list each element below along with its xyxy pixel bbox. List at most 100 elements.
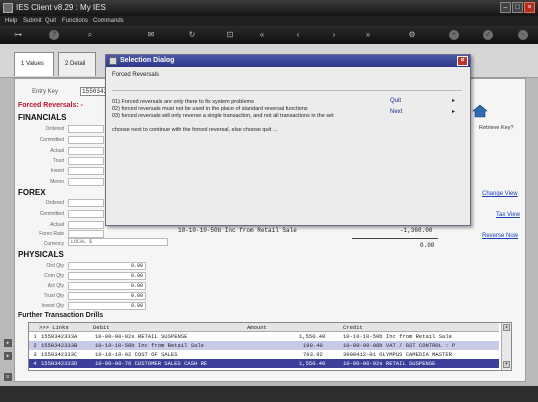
tab-detail[interactable]: 2 Detail xyxy=(58,52,96,76)
retrieve-key-label[interactable]: Retrieve Key? xyxy=(479,125,514,131)
drills-scrollbar[interactable]: ▴ ▾ xyxy=(501,323,511,370)
tab-values-label: 1 Values xyxy=(21,61,44,67)
col-amount[interactable]: Amount xyxy=(247,323,267,332)
forex-committed-label: Committed xyxy=(39,211,64,217)
scroll-down-icon[interactable]: ▾ xyxy=(503,361,510,368)
financials-committed-field[interactable] xyxy=(68,136,104,144)
act-qty-field[interactable]: 0.00 xyxy=(68,282,146,290)
next-command[interactable]: Next xyxy=(390,109,402,115)
financials-actual-field[interactable] xyxy=(68,147,104,155)
menu-help[interactable]: Help xyxy=(5,18,17,24)
quit-command[interactable]: Quit xyxy=(390,98,401,104)
row-number: 1 xyxy=(33,333,37,340)
invest-qty-label: Invest Qty xyxy=(41,303,64,309)
menu-quit[interactable]: Quit xyxy=(45,18,56,24)
financials-invest-field[interactable] xyxy=(68,167,104,175)
menu-bar: Help Submit Quit Functions Commands xyxy=(0,16,538,26)
prev-record-icon[interactable]: ‹ xyxy=(292,29,304,41)
invest-qty-field[interactable]: 0.00 xyxy=(68,302,146,310)
ord-qty-label: Ord Qty xyxy=(46,263,64,269)
drills-table: >>> Links Debit Amount Credit 1 15503423… xyxy=(28,322,512,371)
credit-cell: 10-00-00-08b VAT / GST CONTROL : P xyxy=(343,342,456,349)
com-qty-label: Com Qty xyxy=(44,273,64,279)
table-row-selected[interactable]: 4 1550342333D 10-00-00-76 CUSTOMER SALES… xyxy=(29,359,499,368)
next-arrow-icon[interactable]: ▸ xyxy=(452,108,455,115)
entry-key-label: Entry Key xyxy=(32,89,59,95)
ord-qty-field[interactable]: 0.00 xyxy=(68,262,146,270)
row-number: 4 xyxy=(33,360,37,367)
maximize-button[interactable]: □ xyxy=(512,2,523,13)
debit-cell: 10-00-00-76 CUSTOMER SALES CASH RE xyxy=(95,360,208,367)
close-window-button[interactable]: × xyxy=(524,2,535,13)
financials-ordered-field[interactable] xyxy=(68,125,104,133)
financials-committed-label: Committed xyxy=(39,137,64,143)
add-icon[interactable]: + xyxy=(449,30,459,40)
link-cell[interactable]: 1550342333C xyxy=(41,350,77,359)
link-cell[interactable]: 1550342333D xyxy=(41,359,77,368)
link-cell[interactable]: 1550342333A xyxy=(41,332,77,341)
amount-cell: 1,550.40 xyxy=(299,333,326,340)
row-number: 2 xyxy=(33,342,37,349)
link-cell[interactable]: 1550342333B xyxy=(41,341,77,350)
tab-values[interactable]: 1 Values xyxy=(14,52,54,76)
drills-header-row: >>> Links Debit Amount Credit xyxy=(29,323,499,332)
financials-trust-field[interactable] xyxy=(68,157,104,165)
tax-view-link[interactable]: Tax View xyxy=(496,212,520,218)
key-icon[interactable]: ⊶ xyxy=(8,29,28,41)
scroll-up-icon[interactable]: ▴ xyxy=(503,324,510,331)
menu-functions[interactable]: Functions xyxy=(62,18,88,24)
trust-qty-label: Trust Qty xyxy=(43,293,64,299)
trust-qty-field[interactable]: 0.00 xyxy=(68,292,146,300)
quit-arrow-icon[interactable]: ▸ xyxy=(452,97,455,104)
dialog-close-button[interactable]: × xyxy=(457,56,468,66)
first-record-icon[interactable]: « xyxy=(256,29,268,41)
dialog-separator xyxy=(112,90,462,91)
drills-heading: Further Transaction Drills xyxy=(18,312,104,319)
forex-currency-field[interactable]: LOCAL $ xyxy=(68,238,168,246)
credit-cell: 10-00-00-02s RETAIL SUSPENSE xyxy=(343,360,436,367)
credit-cell: 10-10-10-50b Inc from Retail Sale xyxy=(343,333,452,340)
confirm-icon[interactable]: ✓ xyxy=(483,30,493,40)
financials-memo-field[interactable] xyxy=(68,178,104,186)
lock-icon[interactable]: ⊡ xyxy=(224,29,236,41)
email-icon[interactable]: ✉ xyxy=(145,29,157,41)
reverse-now-link[interactable]: Reverse Now xyxy=(482,233,518,239)
last-record-icon[interactable]: » xyxy=(362,29,374,41)
forex-rate-label: Forex Rate xyxy=(39,231,64,237)
financials-memo-label: Memo xyxy=(50,179,64,185)
cancel-icon[interactable]: − xyxy=(518,30,528,40)
minimize-button[interactable]: – xyxy=(500,2,511,13)
col-credit[interactable]: Credit xyxy=(343,323,363,332)
home-icon[interactable] xyxy=(472,104,488,118)
menu-commands[interactable]: Commands xyxy=(93,18,124,24)
debit-cell: 10-00-00-02s RETAIL SUSPENSE xyxy=(95,333,188,340)
gear-icon[interactable]: ⚙ xyxy=(406,29,418,41)
gutter-icon-1[interactable]: ▸ xyxy=(4,339,12,347)
search-icon[interactable]: ⌕ xyxy=(84,29,96,41)
forex-rate-field[interactable] xyxy=(68,230,104,238)
status-bar xyxy=(0,386,538,402)
ledger-amount: -1,360.00 xyxy=(400,227,433,234)
help-icon[interactable]: ? xyxy=(49,30,59,40)
table-row[interactable]: 1 1550342333A 10-00-00-02s RETAIL SUSPEN… xyxy=(29,332,499,341)
tab-detail-label: 2 Detail xyxy=(65,61,86,67)
app-icon xyxy=(3,3,13,13)
forex-committed-field[interactable] xyxy=(68,210,104,218)
com-qty-field[interactable]: 0.00 xyxy=(68,272,146,280)
selection-dialog: Selection Dialog × Forced Reversals 01) … xyxy=(105,54,471,226)
table-row[interactable]: 2 1550342333B 10-10-10-50b Inc from Reta… xyxy=(29,341,499,350)
forex-ordered-field[interactable] xyxy=(68,199,104,207)
col-links[interactable]: >>> Links xyxy=(39,323,69,332)
next-record-icon[interactable]: › xyxy=(328,29,340,41)
gutter-icon-3[interactable]: ≡ xyxy=(4,373,12,381)
gutter-icon-2[interactable]: ▸ xyxy=(4,352,12,360)
forced-reversals-heading: Forced Reversals: - xyxy=(18,102,83,109)
refresh-icon[interactable]: ↻ xyxy=(186,29,198,41)
table-row[interactable]: 3 1550342333C 10-10-10-02 COST OF SALES … xyxy=(29,350,499,359)
dialog-note-2: 02) forced reversals must not be used in… xyxy=(112,106,308,112)
forex-actual-field[interactable] xyxy=(68,221,104,229)
forex-ordered-label: Ordered xyxy=(45,200,64,206)
menu-submit[interactable]: Submit xyxy=(23,18,42,24)
col-debit[interactable]: Debit xyxy=(93,323,110,332)
change-view-link[interactable]: Change View xyxy=(482,191,518,197)
